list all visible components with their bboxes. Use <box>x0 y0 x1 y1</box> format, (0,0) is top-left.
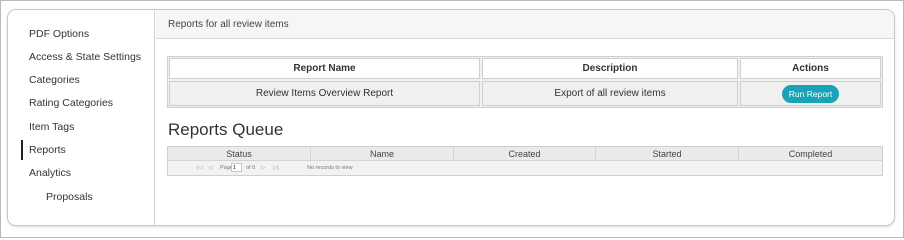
report-description-cell: Export of all review items <box>482 81 738 106</box>
column-header-started[interactable]: Started <box>596 147 739 160</box>
report-name-cell: Review Items Overview Report <box>169 81 480 106</box>
empty-records-message: No records to view <box>307 165 353 171</box>
prev-page-icon[interactable]: ◁ <box>208 165 212 171</box>
queue-header: Status Name Created Started Completed <box>168 147 882 161</box>
column-header-completed[interactable]: Completed <box>739 147 882 160</box>
sidebar-item-pdf-options[interactable]: PDF Options <box>21 24 154 44</box>
column-header-description: Description <box>482 58 738 79</box>
page-count-label: of 0 <box>246 165 256 171</box>
run-report-button[interactable]: Run Report <box>781 84 840 103</box>
reports-table-header: Report Name Description Actions <box>168 57 882 80</box>
sidebar-item-access-state-settings[interactable]: Access & State Settings <box>21 47 154 67</box>
settings-panel: PDF Options Access & State Settings Cate… <box>7 9 895 226</box>
sidebar-item-analytics[interactable]: Analytics <box>21 163 154 183</box>
report-actions-cell: Run Report <box>740 81 881 106</box>
sidebar-item-proposals[interactable]: Proposals <box>21 187 154 207</box>
sidebar-item-reports[interactable]: Reports <box>21 140 154 160</box>
reports-queue-title: Reports Queue <box>168 120 284 139</box>
column-header-created[interactable]: Created <box>454 147 596 160</box>
sidebar-item-rating-categories[interactable]: Rating Categories <box>21 93 154 113</box>
column-header-status[interactable]: Status <box>168 147 311 160</box>
column-header-name[interactable]: Name <box>311 147 454 160</box>
sidebar: PDF Options Access & State Settings Cate… <box>8 10 155 225</box>
main-content: Reports for all review items Report Name… <box>156 10 894 225</box>
next-page-icon[interactable]: ▷ <box>261 165 265 171</box>
page-number-input[interactable] <box>231 163 242 172</box>
column-header-report-name: Report Name <box>169 58 480 79</box>
queue-pager: |◁ ◁ Page of 0 ▷ ▷| No records to view <box>168 161 882 175</box>
sidebar-item-categories[interactable]: Categories <box>21 70 154 90</box>
reports-table: Report Name Description Actions Review I… <box>167 56 883 108</box>
reports-queue-grid: Status Name Created Started Completed |◁… <box>167 146 883 176</box>
first-page-icon[interactable]: |◁ <box>197 165 203 171</box>
page-title: Reports for all review items <box>156 10 894 39</box>
last-page-icon[interactable]: ▷| <box>273 165 279 171</box>
sidebar-item-item-tags[interactable]: Item Tags <box>21 117 154 137</box>
table-row: Review Items Overview Report Export of a… <box>168 80 882 107</box>
column-header-actions: Actions <box>740 58 881 79</box>
